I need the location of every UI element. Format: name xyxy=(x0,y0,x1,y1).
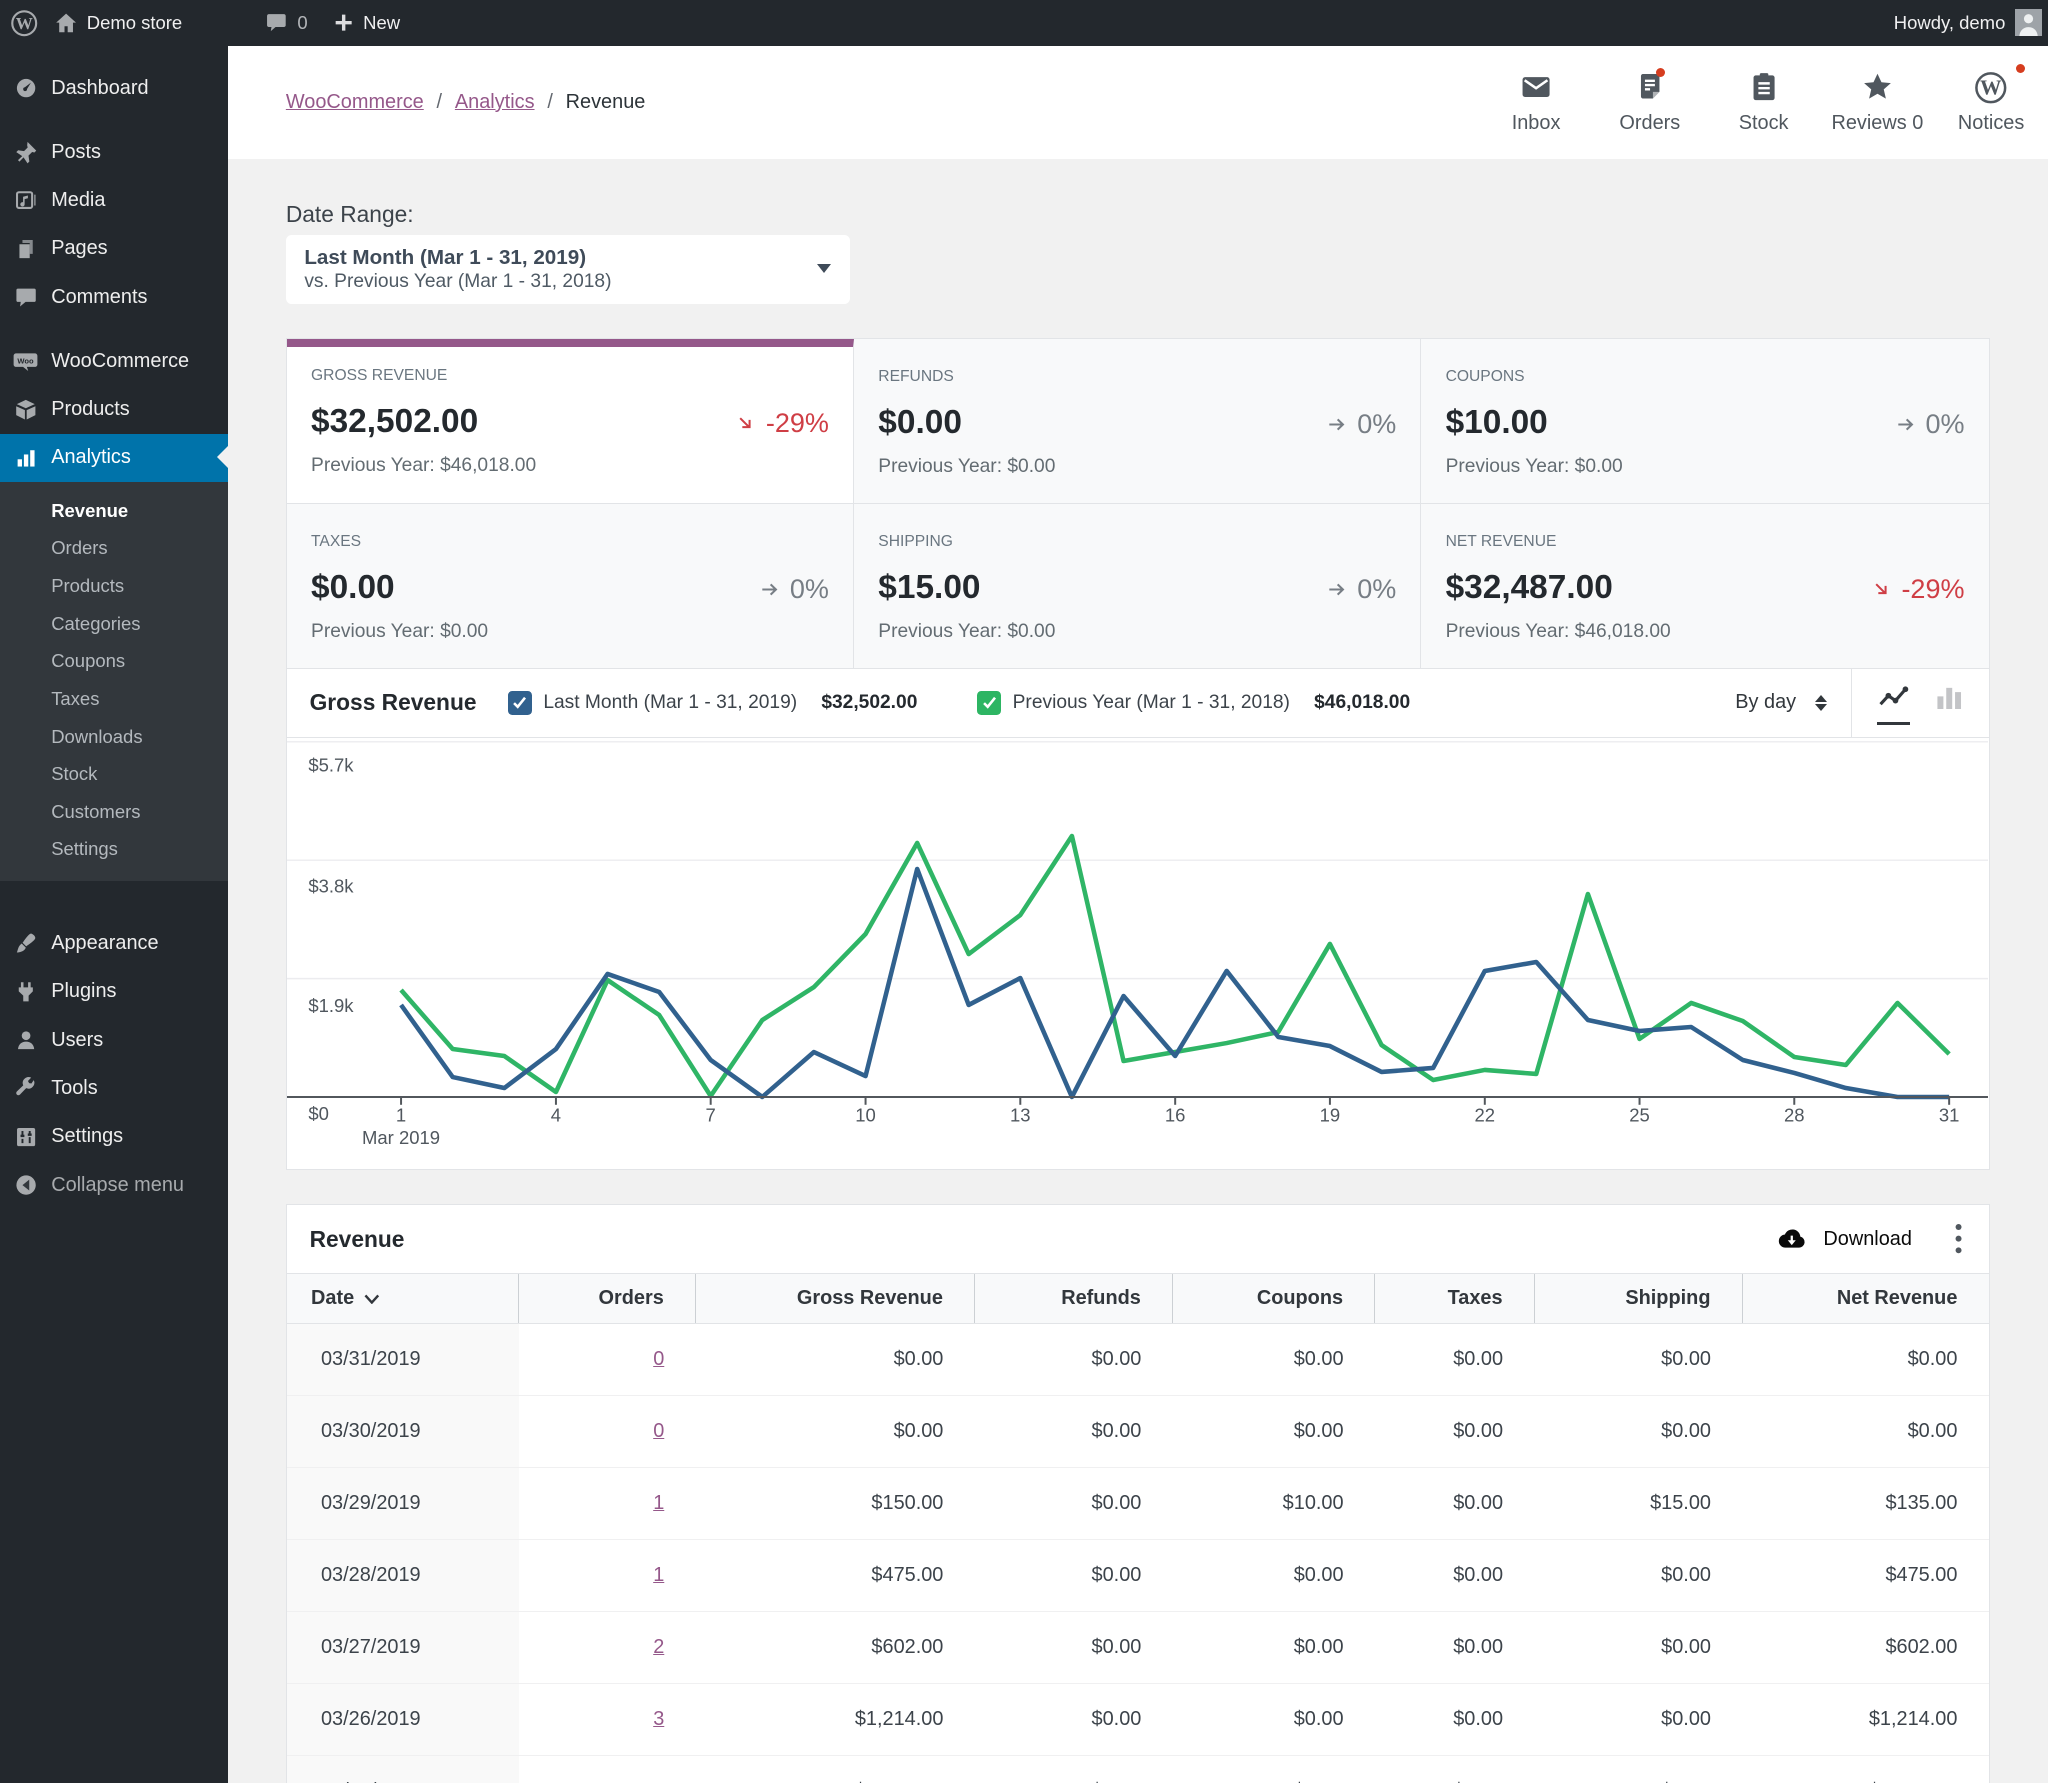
svg-text:4: 4 xyxy=(551,1104,561,1125)
svg-text:7: 7 xyxy=(705,1104,715,1125)
svg-text:28: 28 xyxy=(1784,1104,1805,1125)
svg-text:19: 19 xyxy=(1319,1104,1340,1125)
svg-text:$3.8k: $3.8k xyxy=(308,875,354,896)
svg-text:$5.7k: $5.7k xyxy=(308,754,354,775)
svg-text:22: 22 xyxy=(1474,1104,1495,1125)
svg-text:1: 1 xyxy=(396,1104,406,1125)
svg-text:Mar 2019: Mar 2019 xyxy=(362,1127,440,1148)
svg-text:16: 16 xyxy=(1165,1104,1186,1125)
svg-text:$1.9k: $1.9k xyxy=(308,994,354,1015)
svg-text:W: W xyxy=(16,13,33,32)
svg-text:$0: $0 xyxy=(308,1102,329,1123)
svg-text:10: 10 xyxy=(855,1104,876,1125)
svg-text:25: 25 xyxy=(1629,1104,1650,1125)
svg-text:Woo: Woo xyxy=(17,356,34,365)
svg-text:W: W xyxy=(1980,75,2002,99)
svg-text:13: 13 xyxy=(1010,1104,1031,1125)
svg-text:31: 31 xyxy=(1939,1104,1960,1125)
